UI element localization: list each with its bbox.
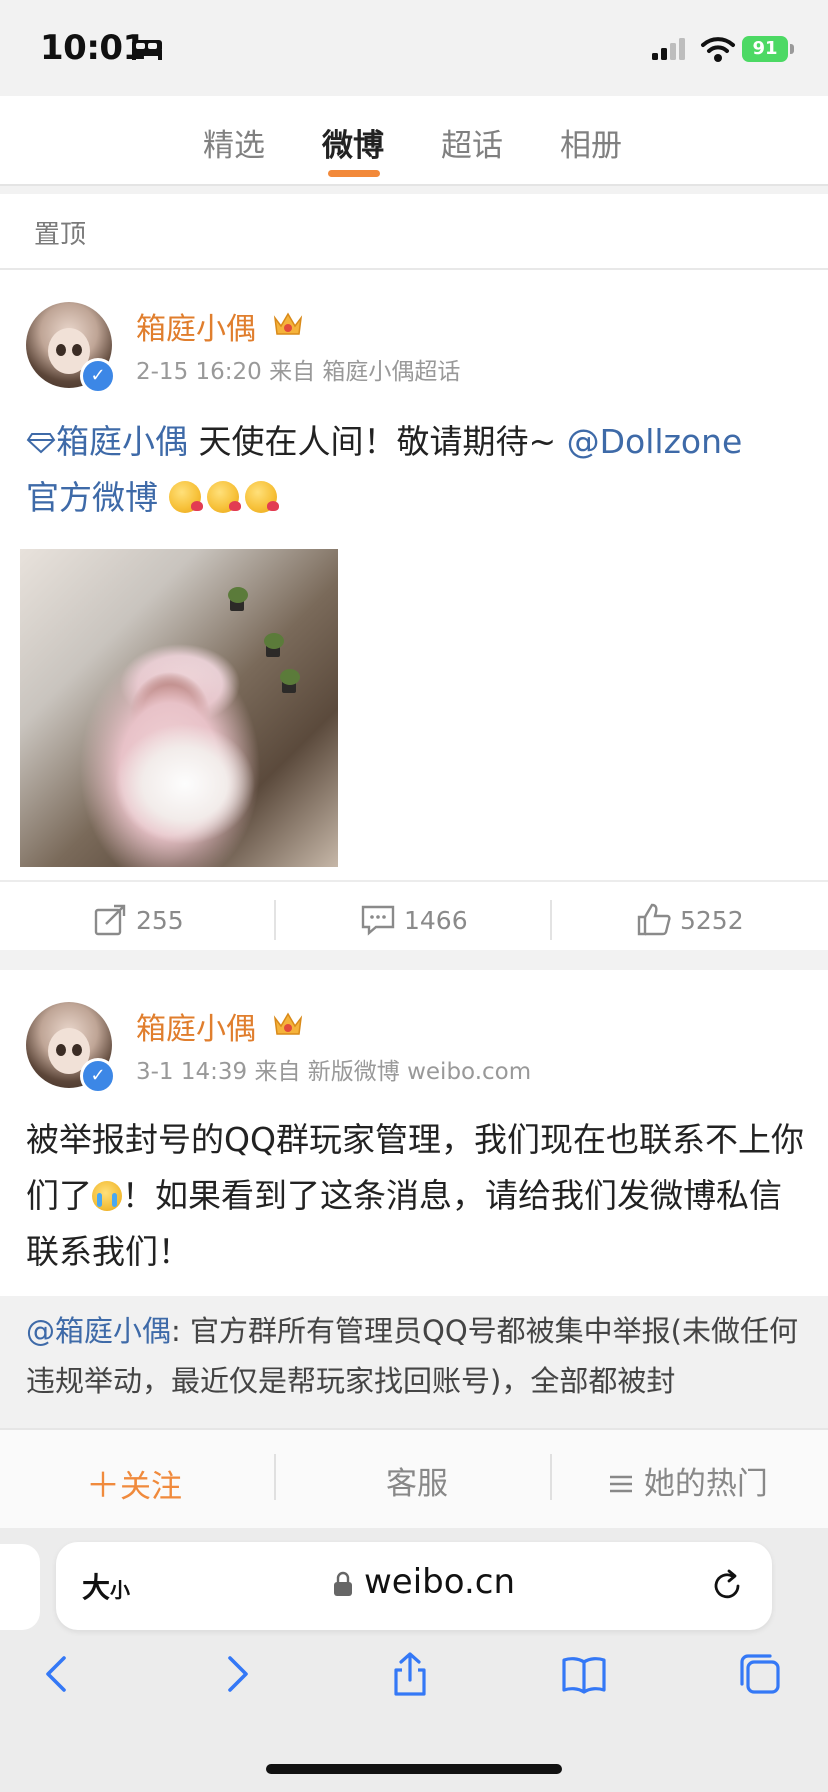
quoted-post[interactable]: @箱庭小偶: 官方群所有管理员QQ号都被集中举报(未做任何违规举动，最近仅是帮玩… bbox=[0, 1296, 828, 1430]
repost-count: 255 bbox=[136, 905, 184, 935]
battery-icon: 91 bbox=[742, 34, 796, 64]
post-body: 被举报封号的QQ群玩家管理，我们现在也联系不上你们了 ！如果看到了这条消息，请给我… bbox=[26, 1112, 806, 1280]
home-indicator bbox=[266, 1764, 562, 1774]
tab-super-topic[interactable]: 超话 bbox=[441, 120, 503, 165]
repost-icon bbox=[94, 904, 126, 936]
action-divider bbox=[274, 1454, 276, 1500]
diamond-icon bbox=[26, 433, 56, 454]
post-text-continued: ！如果看到了这条消息，请给我们发微博私信联系我们！ bbox=[26, 1176, 782, 1271]
avatar-eye bbox=[72, 344, 82, 356]
action-divider bbox=[550, 1454, 552, 1500]
post-actions: 255 1466 5252 bbox=[0, 880, 828, 956]
action-divider bbox=[550, 900, 552, 940]
tab-featured[interactable]: 精选 bbox=[203, 120, 265, 165]
post-card-2[interactable]: ✓ 箱庭小偶 3-1 14:39 来自 新版微博 weibo.com 被举报封号… bbox=[0, 970, 828, 1300]
forward-icon[interactable] bbox=[212, 1650, 260, 1698]
photo-plant bbox=[280, 669, 300, 685]
follow-button[interactable]: ＋关注 bbox=[86, 1458, 182, 1507]
post-card-1[interactable]: ✓ 箱庭小偶 2-15 16:20 来自 箱庭小偶超话 箱庭小偶 天使在人间！敬… bbox=[0, 270, 828, 950]
post-text: 天使在人间！敬请期待~ bbox=[188, 422, 567, 461]
verified-badge-icon: ✓ bbox=[80, 1058, 116, 1094]
text-size-small: 小 bbox=[110, 1578, 131, 1602]
comment-count: 1466 bbox=[404, 905, 468, 935]
author-name[interactable]: 箱庭小偶 bbox=[136, 304, 256, 348]
hot-label: 她的热门 bbox=[643, 1466, 768, 1502]
vip-crown-icon bbox=[273, 312, 303, 335]
post-meta: 2-15 16:20 来自 箱庭小偶超话 bbox=[136, 359, 461, 385]
follow-label: 关注 bbox=[120, 1469, 182, 1505]
back-icon[interactable] bbox=[34, 1650, 82, 1698]
plus-icon: ＋ bbox=[86, 1466, 120, 1506]
cellular-signal-icon bbox=[652, 38, 685, 60]
avatar-eye bbox=[72, 1044, 82, 1056]
tabs-icon[interactable] bbox=[736, 1650, 784, 1698]
list-icon bbox=[610, 1475, 632, 1493]
avatar-eye bbox=[56, 344, 66, 356]
wifi-icon bbox=[701, 37, 735, 62]
bookmarks-icon[interactable] bbox=[560, 1650, 608, 1698]
like-button[interactable]: 5252 bbox=[636, 902, 744, 938]
text-size-big: 大 bbox=[82, 1571, 111, 1604]
photo-plant bbox=[228, 587, 248, 603]
address-bar[interactable]: 大小 weibo.cn bbox=[56, 1542, 772, 1630]
previous-tab-preview[interactable] bbox=[0, 1544, 40, 1630]
profile-tabs: 精选 微博 超话 相册 bbox=[0, 96, 828, 186]
super-topic-link[interactable]: 箱庭小偶 bbox=[26, 422, 188, 461]
quoted-text: @箱庭小偶: 官方群所有管理员QQ号都被集中举报(未做任何违规举动，最近仅是帮玩… bbox=[26, 1306, 806, 1406]
mention-link[interactable]: @Dollzone bbox=[567, 422, 743, 461]
vip-crown-icon bbox=[273, 1012, 303, 1035]
action-divider bbox=[274, 900, 276, 940]
post-meta: 3-1 14:39 来自 新版微博 weibo.com bbox=[136, 1059, 532, 1085]
battery-level: 91 bbox=[742, 36, 788, 62]
share-icon[interactable] bbox=[386, 1650, 434, 1698]
comment-button[interactable]: 1466 bbox=[360, 902, 468, 938]
sleep-mode-icon bbox=[132, 40, 162, 60]
comment-icon bbox=[361, 905, 395, 936]
post-image[interactable] bbox=[20, 549, 338, 867]
reload-icon[interactable] bbox=[708, 1566, 746, 1604]
url-text[interactable]: weibo.cn bbox=[364, 1562, 515, 1602]
pinned-label: 置顶 bbox=[34, 220, 87, 250]
tab-album[interactable]: 相册 bbox=[560, 120, 622, 165]
crying-emoji-icon bbox=[92, 1181, 122, 1211]
author-name[interactable]: 箱庭小偶 bbox=[136, 1004, 256, 1048]
customer-service-button[interactable]: 客服 bbox=[386, 1458, 448, 1503]
thumbs-up-icon bbox=[637, 903, 671, 936]
super-topic-text[interactable]: 箱庭小偶 bbox=[56, 422, 188, 461]
profile-action-bar: ＋关注 客服 她的热门 bbox=[0, 1428, 828, 1530]
quote-mention-link[interactable]: @箱庭小偶 bbox=[26, 1314, 171, 1348]
repost-button[interactable]: 255 bbox=[92, 902, 184, 938]
heart-emoji-icon bbox=[244, 481, 279, 513]
verified-badge-icon: ✓ bbox=[80, 358, 116, 394]
tab-weibo[interactable]: 微博 bbox=[322, 120, 384, 165]
post-body: 箱庭小偶 天使在人间！敬请期待~ @Dollzone 官方微博 bbox=[26, 414, 806, 526]
active-tab-indicator bbox=[328, 170, 380, 177]
like-count: 5252 bbox=[680, 905, 744, 935]
heart-emoji-icon bbox=[168, 481, 203, 513]
photo-plant bbox=[264, 633, 284, 649]
lock-icon bbox=[334, 1571, 352, 1596]
her-hot-posts-button[interactable]: 她的热门 bbox=[608, 1458, 768, 1503]
battery-tip bbox=[790, 44, 794, 54]
avatar-eye bbox=[56, 1044, 66, 1056]
heart-emoji-icon bbox=[206, 481, 241, 513]
pinned-header: 置顶 bbox=[0, 194, 828, 270]
text-size-button[interactable]: 大小 bbox=[82, 1566, 130, 1606]
mention-link-continued[interactable]: 官方微博 bbox=[26, 478, 158, 517]
